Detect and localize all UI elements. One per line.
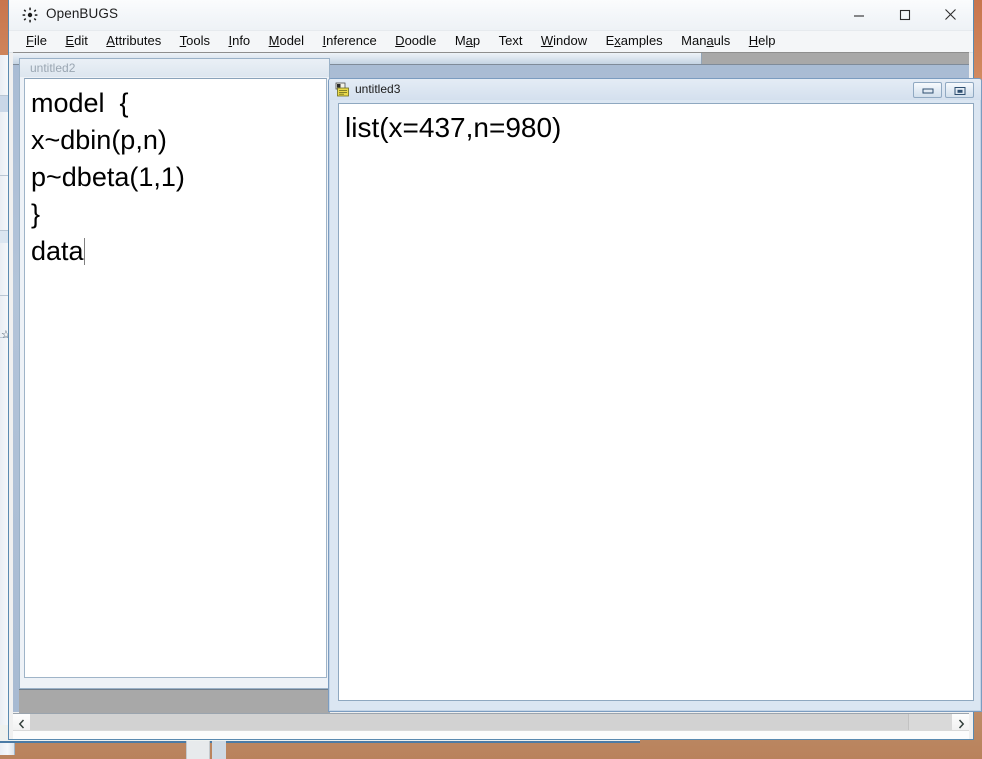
untitled3-minimize-button[interactable] xyxy=(913,82,942,98)
untitled3-editor[interactable]: list(x=437,n=980) xyxy=(338,103,974,701)
menu-item-manuals[interactable]: Manauls xyxy=(674,31,737,51)
title-bar: OpenBUGS xyxy=(9,0,973,31)
menu-item-model[interactable]: Model xyxy=(262,31,311,51)
openbugs-sunburst-icon xyxy=(22,7,38,23)
taskbar-item[interactable] xyxy=(186,741,210,759)
menu-item-attributes[interactable]: Attributes xyxy=(99,31,168,51)
menu-item-help[interactable]: Help xyxy=(742,31,783,51)
menu-item-tools[interactable]: Tools xyxy=(173,31,217,51)
menu-item-inference[interactable]: Inference xyxy=(316,31,384,51)
data-list-text[interactable]: list(x=437,n=980) xyxy=(339,104,973,146)
close-button[interactable] xyxy=(928,0,973,29)
menu-item-text[interactable]: Text xyxy=(492,31,530,51)
untitled2-titlebar[interactable]: untitled2 xyxy=(20,59,329,77)
horizontal-scrollbar-thumb[interactable] xyxy=(30,714,909,730)
document-icon xyxy=(335,82,350,97)
menu-item-examples[interactable]: Examples xyxy=(599,31,670,51)
mdi-child-untitled3[interactable]: untitled3 list(x=437,n=980) xyxy=(328,78,982,712)
untitled2-footer-strip xyxy=(19,689,330,714)
app-title: OpenBUGS xyxy=(46,6,119,21)
untitled3-restore-button[interactable] xyxy=(945,82,974,98)
untitled3-titlebar[interactable]: untitled3 xyxy=(329,79,981,100)
taskbar-item[interactable] xyxy=(212,741,226,759)
menu-item-window[interactable]: Window xyxy=(534,31,594,51)
menu-item-info[interactable]: Info xyxy=(221,31,257,51)
untitled2-title: untitled2 xyxy=(30,61,76,75)
horizontal-scrollbar-track[interactable] xyxy=(30,714,952,730)
model-code-text[interactable]: model { x~dbin(p,n) p~dbeta(1,1) } data xyxy=(25,79,326,270)
minimize-button[interactable] xyxy=(836,0,881,29)
menu-item-file[interactable]: File xyxy=(19,31,54,51)
menu-item-doodle[interactable]: Doodle xyxy=(388,31,443,51)
text-cursor xyxy=(83,238,85,265)
menu-bar: File Edit Attributes Tools Info Model In… xyxy=(9,31,973,53)
window-bottom-strip xyxy=(13,730,969,739)
mdi-child-untitled2[interactable]: untitled2 model { x~dbin(p,n) p~dbeta(1,… xyxy=(19,58,330,689)
menu-item-edit[interactable]: Edit xyxy=(58,31,94,51)
openbugs-main-window: OpenBUGS File Edit Attributes Tools Info… xyxy=(8,0,982,740)
untitled2-editor[interactable]: model { x~dbin(p,n) p~dbeta(1,1) } data xyxy=(24,78,327,678)
menu-item-map[interactable]: Map xyxy=(448,31,487,51)
scroll-right-arrow-icon[interactable] xyxy=(952,714,969,730)
horizontal-scrollbar[interactable] xyxy=(13,713,969,730)
scroll-left-arrow-icon[interactable] xyxy=(13,714,30,730)
untitled3-title: untitled3 xyxy=(355,82,401,96)
maximize-button[interactable] xyxy=(882,0,927,29)
